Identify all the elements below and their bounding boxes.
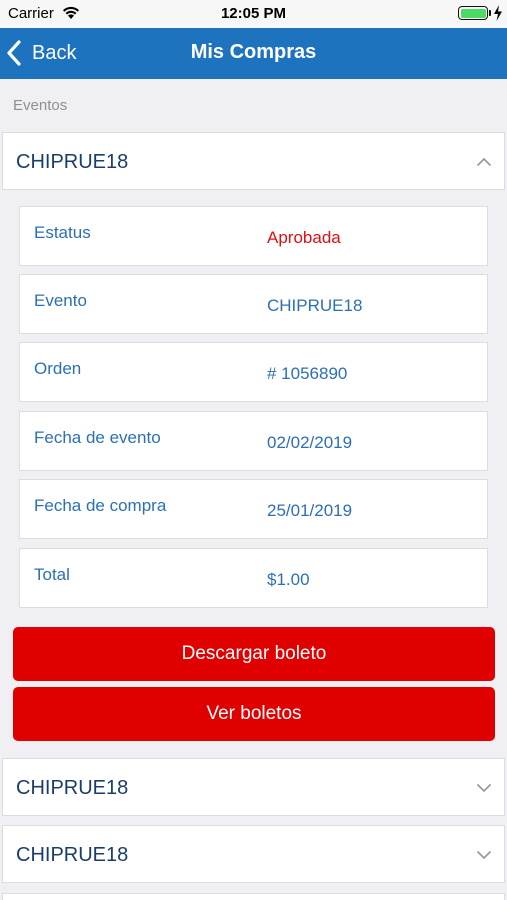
- purchase-header-collapsed[interactable]: CHIPRUE18: [2, 825, 505, 883]
- status-value: Aprobada: [267, 228, 341, 247]
- download-ticket-button[interactable]: Descargar boleto: [13, 627, 495, 681]
- detail-label: Fecha de evento: [34, 428, 161, 447]
- purchase-name: CHIPRUE18: [16, 777, 129, 799]
- detail-value: $1.00: [267, 570, 310, 589]
- detail-row-total: Total $1.00: [19, 548, 488, 608]
- navigation-bar: Back Mis Compras: [0, 28, 507, 79]
- section-label: Eventos: [13, 97, 68, 114]
- detail-label: Total: [34, 565, 70, 584]
- detail-row-event: Evento CHIPRUE18: [19, 274, 488, 334]
- purchase-header-expanded[interactable]: CHIPRUE18: [2, 132, 505, 190]
- detail-label: Estatus: [34, 223, 91, 242]
- detail-value: 25/01/2019: [267, 501, 353, 520]
- detail-row-status: Estatus Aprobada: [19, 206, 488, 266]
- detail-row-purchase-date: Fecha de compra 25/01/2019: [19, 479, 488, 539]
- detail-value: 02/02/2019: [267, 433, 353, 452]
- detail-row-event-date: Fecha de evento 02/02/2019: [19, 411, 488, 471]
- detail-label: Fecha de compra: [34, 496, 167, 515]
- detail-label: Evento: [34, 291, 87, 310]
- purchase-header-partial[interactable]: [2, 893, 505, 900]
- battery-tip: [489, 10, 491, 16]
- page-title: Mis Compras: [190, 41, 317, 63]
- charging-bolt-icon: [494, 5, 502, 21]
- purchase-header-collapsed[interactable]: CHIPRUE18: [2, 758, 505, 816]
- clock: 12:05 PM: [220, 5, 287, 22]
- detail-value: # 1056890: [267, 364, 348, 383]
- purchase-name: CHIPRUE18: [16, 844, 129, 866]
- battery-icon: [458, 6, 488, 20]
- purchase-name: CHIPRUE18: [16, 151, 129, 173]
- detail-value: CHIPRUE18: [267, 296, 363, 315]
- view-tickets-button[interactable]: Ver boletos: [13, 687, 495, 741]
- detail-row-order: Orden # 1056890: [19, 342, 488, 402]
- chevron-down-icon: [477, 784, 491, 792]
- chevron-down-icon: [477, 851, 491, 859]
- chevron-up-icon: [477, 158, 491, 166]
- status-bar: Carrier 12:05 PM: [0, 0, 507, 28]
- detail-label: Orden: [34, 359, 82, 378]
